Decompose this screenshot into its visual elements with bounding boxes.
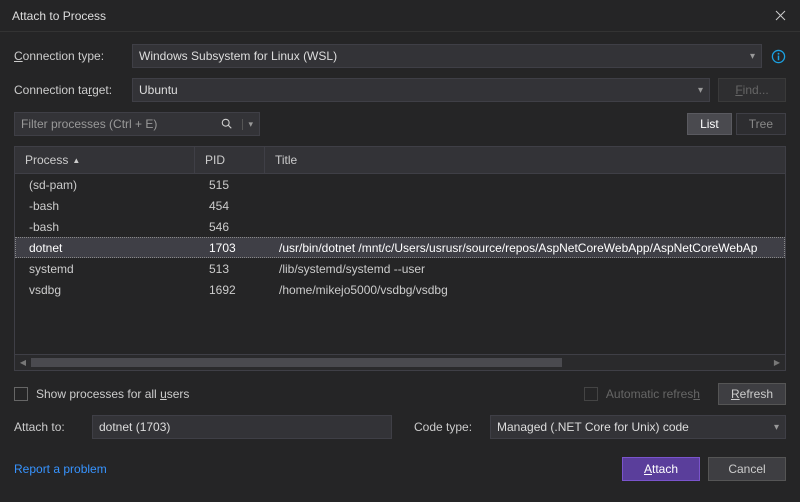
refresh-button[interactable]: Refresh: [718, 383, 786, 405]
col-pid-header[interactable]: PID: [195, 147, 265, 173]
report-problem-link[interactable]: Report a problem: [14, 462, 107, 476]
connection-target-label: Connection target:: [14, 83, 124, 97]
attach-to-field[interactable]: dotnet (1703): [92, 415, 392, 439]
cell-pid: 1692: [195, 279, 265, 300]
code-type-dropdown[interactable]: Managed (.NET Core for Unix) code ▾: [490, 415, 786, 439]
process-table: Process ▲ PID Title (sd-pam)515-bash454-…: [14, 146, 786, 371]
tree-view-button[interactable]: Tree: [736, 113, 786, 135]
scroll-track[interactable]: [31, 355, 769, 370]
cell-title: /usr/bin/dotnet /mnt/c/Users/usrusr/sour…: [265, 237, 785, 258]
window-title: Attach to Process: [12, 9, 106, 23]
cell-title: [265, 195, 785, 216]
close-icon: [775, 10, 786, 21]
chevron-down-icon: ▾: [774, 422, 779, 433]
show-all-users-checkbox[interactable]: [14, 387, 28, 401]
list-view-button[interactable]: List: [687, 113, 732, 135]
cell-process: vsdbg: [15, 279, 195, 300]
info-icon[interactable]: [770, 48, 786, 64]
cell-process: -bash: [15, 216, 195, 237]
connection-type-label: Connection type:: [14, 49, 124, 63]
close-button[interactable]: [760, 0, 800, 32]
sort-asc-icon: ▲: [72, 156, 80, 165]
scroll-right-icon[interactable]: ▶: [769, 355, 785, 371]
col-title-header[interactable]: Title: [265, 147, 785, 173]
cell-pid: 513: [195, 258, 265, 279]
chevron-down-icon: ▾: [750, 51, 755, 62]
table-body: (sd-pam)515-bash454-bash546dotnet1703/us…: [15, 174, 785, 354]
chevron-down-icon[interactable]: ▾: [242, 119, 253, 130]
col-process-header[interactable]: Process ▲: [15, 147, 195, 173]
table-row[interactable]: -bash454: [15, 195, 785, 216]
auto-refresh-checkbox: [584, 387, 598, 401]
cell-title: [265, 216, 785, 237]
connection-type-value: Windows Subsystem for Linux (WSL): [139, 49, 337, 63]
cell-title: /lib/systemd/systemd --user: [265, 258, 785, 279]
connection-type-dropdown[interactable]: Windows Subsystem for Linux (WSL) ▾: [132, 44, 762, 68]
cell-title: [265, 174, 785, 195]
scroll-left-icon[interactable]: ◀: [15, 355, 31, 371]
connection-target-dropdown[interactable]: Ubuntu ▾: [132, 78, 710, 102]
show-all-users-label: Show processes for all users: [36, 387, 189, 401]
code-type-label: Code type:: [414, 420, 482, 434]
find-button: Find...: [718, 78, 786, 102]
attach-button[interactable]: Attach: [622, 457, 700, 481]
cell-pid: 454: [195, 195, 265, 216]
cell-process: dotnet: [15, 237, 195, 258]
code-type-value: Managed (.NET Core for Unix) code: [497, 420, 689, 434]
scroll-thumb[interactable]: [31, 358, 562, 367]
cancel-button[interactable]: Cancel: [708, 457, 786, 481]
attach-to-value: dotnet (1703): [99, 420, 170, 434]
attach-to-label: Attach to:: [14, 420, 84, 434]
connection-target-value: Ubuntu: [139, 83, 178, 97]
table-row[interactable]: vsdbg1692/home/mikejo5000/vsdbg/vsdbg: [15, 279, 785, 300]
cell-process: systemd: [15, 258, 195, 279]
auto-refresh-label: Automatic refresh: [606, 387, 700, 401]
table-row[interactable]: dotnet1703/usr/bin/dotnet /mnt/c/Users/u…: [15, 237, 785, 258]
cell-process: (sd-pam): [15, 174, 195, 195]
table-header: Process ▲ PID Title: [15, 147, 785, 174]
cell-pid: 546: [195, 216, 265, 237]
cell-process: -bash: [15, 195, 195, 216]
cell-pid: 515: [195, 174, 265, 195]
horizontal-scrollbar[interactable]: ◀ ▶: [15, 354, 785, 370]
cell-pid: 1703: [195, 237, 265, 258]
table-row[interactable]: systemd513/lib/systemd/systemd --user: [15, 258, 785, 279]
table-row[interactable]: (sd-pam)515: [15, 174, 785, 195]
search-icon: [221, 118, 233, 130]
table-row[interactable]: -bash546: [15, 216, 785, 237]
title-bar: Attach to Process: [0, 0, 800, 32]
filter-input[interactable]: Filter processes (Ctrl + E) ▾: [14, 112, 260, 136]
filter-placeholder: Filter processes (Ctrl + E): [21, 117, 157, 131]
cell-title: /home/mikejo5000/vsdbg/vsdbg: [265, 279, 785, 300]
chevron-down-icon: ▾: [698, 85, 703, 96]
view-toggle: List Tree: [687, 113, 786, 135]
